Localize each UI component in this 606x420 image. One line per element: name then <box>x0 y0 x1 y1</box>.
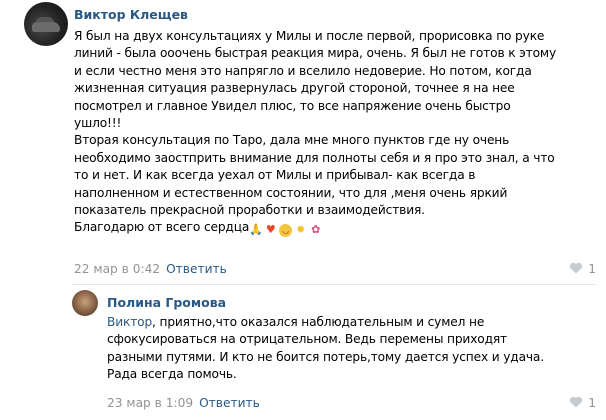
comment-line: посмотрел и главное Увидел плюс, то все … <box>74 98 511 113</box>
comment-line: показатель прекрасной проработки и взаим… <box>74 203 425 218</box>
reply-link[interactable]: Ответить <box>166 262 227 276</box>
comment-line: Вторая консультация по Таро, дала мне мн… <box>74 133 510 148</box>
comment-line: наполненном и естественном состоянии, чт… <box>74 185 508 200</box>
comment-line: сфокусироваться на отрицательном. Ведь п… <box>107 332 507 347</box>
comment-line: необходимо заостприть внимание для полно… <box>74 150 555 165</box>
like-count: 1 <box>588 262 596 276</box>
comment-line: Виктор, приятно,что оказался наблюдатель… <box>107 314 577 331</box>
flower-icon: ✿ <box>311 223 321 237</box>
smiling-face-icon: ◡ <box>279 224 293 238</box>
comment-meta: 23 мар в 1:09 Ответить <box>107 396 260 410</box>
like-heart-icon <box>570 262 583 274</box>
comment-line: то и нет. И как всегда уехал от Милы и п… <box>74 168 476 183</box>
avatar[interactable] <box>24 2 68 46</box>
comment-author[interactable]: Виктор Клещев <box>74 7 188 22</box>
mention-link[interactable]: Виктор <box>107 315 152 329</box>
comment-text: Виктор, приятно,что оказался наблюдатель… <box>107 314 577 384</box>
heart-icon: ♥ <box>265 223 276 237</box>
comment-line-last: Благодарю от всего сердца🙏 ♥ ◡ ✹ ✿ <box>74 219 589 238</box>
comment-line-text: Благодарю от всего сердца <box>74 220 250 235</box>
avatar[interactable] <box>72 290 98 316</box>
comment-line: Я был на двух консультациях у Милы и пос… <box>74 29 545 43</box>
sun-icon: ✹ <box>296 223 306 237</box>
car-image-body <box>32 22 60 32</box>
like-heart-icon <box>570 396 583 408</box>
comment-meta: 22 мар в 0:42 Ответить <box>74 262 227 276</box>
comment-date[interactable]: 23 мар в 1:09 <box>107 396 193 410</box>
comment-line: и если честно меня это напрягло и вселил… <box>74 63 532 78</box>
comment-text: Я был на двух консультациях у Милы и пос… <box>74 28 589 238</box>
comment-date[interactable]: 22 мар в 0:42 <box>74 262 160 276</box>
comment-line-text: , приятно,что оказался наблюдательным и … <box>152 315 485 329</box>
reply-link[interactable]: Ответить <box>199 396 260 410</box>
comment-line: разными путями. И кто не боится потерь,т… <box>107 349 544 364</box>
comment-1: Виктор Клещев Я был на двух консультация… <box>0 0 606 284</box>
comment-author[interactable]: Полина Громова <box>107 295 226 310</box>
like-count: 1 <box>588 396 596 410</box>
comment-line: жизненная ситуация развернулась другой с… <box>74 81 515 96</box>
like-button[interactable]: 1 <box>569 262 596 276</box>
comment-line: линий - была ооочень быстрая реакция мир… <box>74 46 557 61</box>
comment-line: Рада всегда помочь. <box>107 367 237 382</box>
comment-line: ушло!!! <box>74 116 122 131</box>
like-button[interactable]: 1 <box>569 396 596 410</box>
folded-hands-icon: 🙏 <box>249 223 263 237</box>
